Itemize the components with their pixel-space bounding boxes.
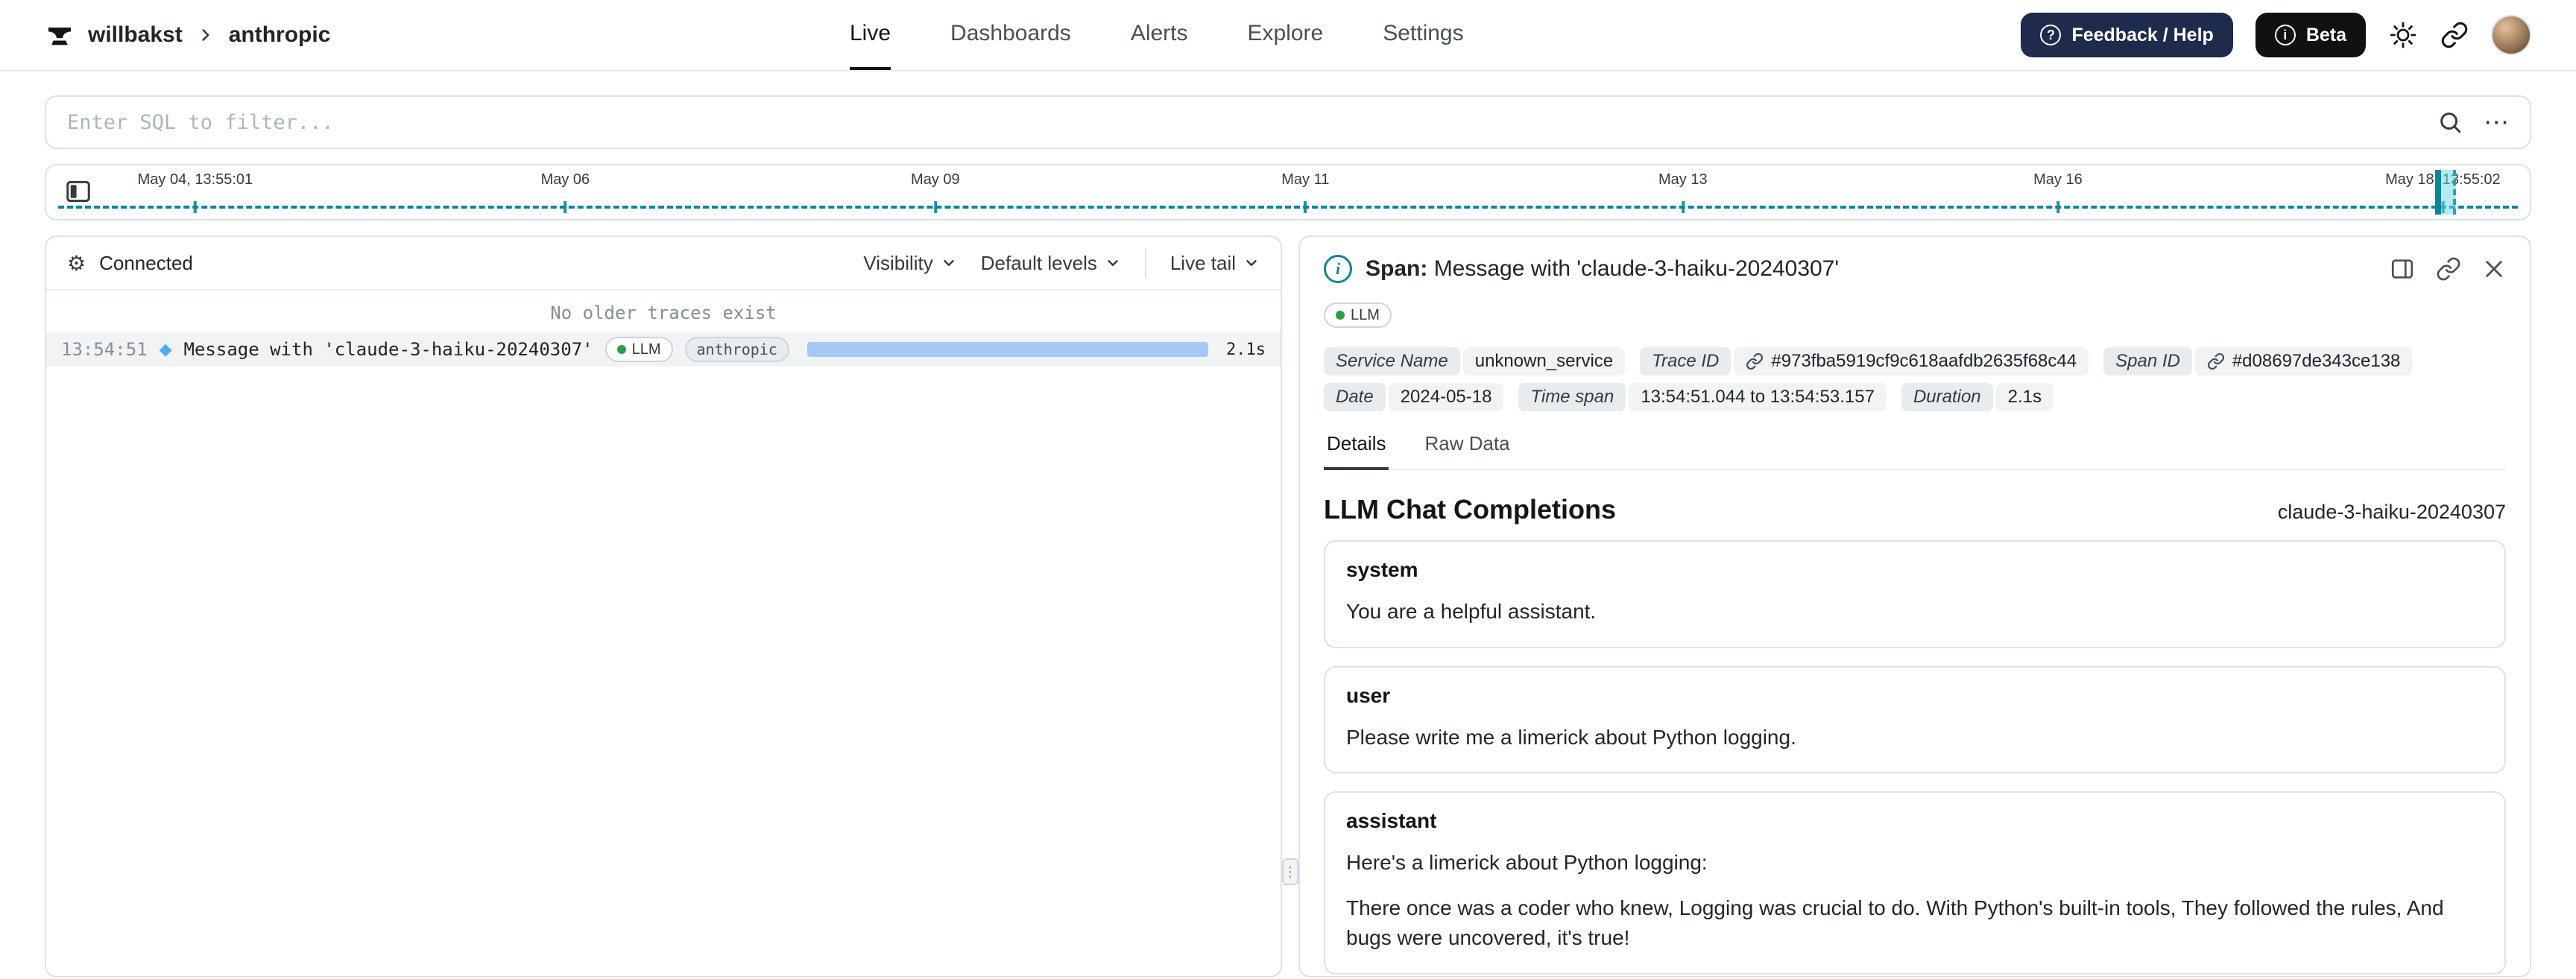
no-older-traces-message: No older traces exist <box>550 302 777 323</box>
tab-details[interactable]: Details <box>1324 432 1389 470</box>
prop-date: Date 2024-05-18 <box>1324 383 1504 411</box>
timeline-axis <box>58 206 2518 209</box>
theme-toggle-sun-icon[interactable] <box>2388 20 2418 50</box>
beta-label: Beta <box>2305 24 2346 45</box>
chevron-right-icon <box>196 25 215 45</box>
sidebar-toggle-icon[interactable] <box>64 177 92 206</box>
beta-button[interactable]: i Beta <box>2255 13 2366 57</box>
status-dot <box>616 345 626 354</box>
nav-tab-explore[interactable]: Explore <box>1248 0 1324 70</box>
chevron-down-icon <box>1246 260 1257 266</box>
prop-duration: Duration 2.1s <box>1901 383 2054 411</box>
sql-filter-input[interactable] <box>67 110 2416 134</box>
span-properties-row-2: Date 2024-05-18 Time span 13:54:51.044 t… <box>1300 376 2530 411</box>
time-range-bar: May 04, 13:55:01 May 06 May 09 May 11 Ma… <box>45 164 2531 221</box>
prop-time-span: Time span 13:54:51.044 to 13:54:53.157 <box>1518 383 1887 411</box>
trace-message: Message with 'claude-3-haiku-20240307' <box>183 339 593 360</box>
duration-bar <box>806 342 1209 357</box>
span-type-badge: LLM <box>1324 302 1392 328</box>
message-card-system: system You are a helpful assistant. <box>1324 540 2506 648</box>
message-role: system <box>1346 558 1418 581</box>
main-content: ⚙ Connected Visibility Default levels Li… <box>45 235 2531 978</box>
info-circle-icon: i <box>2274 25 2296 45</box>
message-card-user: user Please write me a limerick about Py… <box>1324 665 2506 774</box>
chat-messages: system You are a helpful assistant. user… <box>1300 537 2530 975</box>
info-icon: i <box>1324 255 1352 283</box>
timeline-selection[interactable] <box>2435 170 2457 215</box>
top-navbar: willbakst anthropic Live Dashboards Aler… <box>0 0 2576 72</box>
visibility-dropdown[interactable]: Visibility <box>863 252 956 275</box>
span-tabs: Details Raw Data <box>1324 432 2506 470</box>
chevron-down-icon <box>944 260 954 266</box>
main-nav: Live Dashboards Alerts Explore Settings <box>850 0 1464 70</box>
message-content: Please write me a limerick about Python … <box>1346 725 1796 749</box>
prop-service-name: Service Name unknown_service <box>1324 347 1626 376</box>
message-card-assistant: assistant Here's a limerick about Python… <box>1324 791 2506 975</box>
share-link-icon[interactable] <box>2440 21 2469 49</box>
app-root: willbakst anthropic Live Dashboards Aler… <box>0 0 2576 979</box>
live-tail-dropdown[interactable]: Live tail <box>1170 252 1260 275</box>
feedback-help-button[interactable]: ? Feedback / Help <box>2021 13 2233 57</box>
traces-panel-header: ⚙ Connected Visibility Default levels Li… <box>46 237 1281 291</box>
close-icon[interactable] <box>2482 257 2506 281</box>
link-icon <box>2207 352 2225 370</box>
trace-duration: 2.1s <box>1226 340 1266 359</box>
app-logo-icon[interactable] <box>45 20 75 50</box>
search-icon[interactable] <box>2437 110 2463 135</box>
tab-raw-data[interactable]: Raw Data <box>1421 432 1512 470</box>
navbar-actions: ? Feedback / Help i Beta <box>2021 13 2531 57</box>
message-role: assistant <box>1346 809 1437 833</box>
prop-trace-id: Trace ID #973fba5919cf9c618aafdb2635f68c… <box>1640 347 2089 376</box>
nav-tab-settings[interactable]: Settings <box>1383 0 1463 70</box>
traces-panel: ⚙ Connected Visibility Default levels Li… <box>45 235 1282 978</box>
feedback-help-label: Feedback / Help <box>2071 24 2214 45</box>
message-content: You are a helpful assistant. <box>1346 600 1597 623</box>
user-avatar[interactable] <box>2491 15 2531 55</box>
span-title: Span: Message with 'claude-3-haiku-20240… <box>1366 256 1840 281</box>
more-options-icon[interactable]: ⋯ <box>2484 110 2509 135</box>
message-role: user <box>1346 683 1391 707</box>
expand-panel-icon[interactable] <box>2390 256 2415 282</box>
section-title: LLM Chat Completions <box>1324 494 1616 525</box>
connection-status: Connected <box>99 251 193 274</box>
source-badge: anthropic <box>684 337 789 362</box>
span-details-panel: i Span: Message with 'claude-3-haiku-202… <box>1298 235 2531 978</box>
sql-filter-box: ⋯ <box>45 95 2531 149</box>
chevron-down-icon <box>1108 260 1118 266</box>
model-name: claude-3-haiku-20240307 <box>2277 501 2506 523</box>
copy-span-link-icon[interactable] <box>2436 256 2461 282</box>
divider <box>1144 248 1146 278</box>
message-content: There once was a coder who knew, Logging… <box>1346 896 2444 950</box>
trace-timestamp: 13:54:51 <box>61 339 148 360</box>
breadcrumb-org[interactable]: willbakst <box>88 22 183 48</box>
status-dot <box>1336 311 1345 320</box>
message-content: Here's a limerick about Python logging: <box>1346 851 1708 875</box>
span-properties-row-1: Service Name unknown_service Trace ID #9… <box>1300 340 2530 376</box>
breadcrumb-project[interactable]: anthropic <box>229 22 331 48</box>
default-levels-dropdown[interactable]: Default levels <box>981 252 1121 275</box>
link-icon <box>1746 352 1764 370</box>
trace-row[interactable]: 13:54:51 ◆ Message with 'claude-3-haiku-… <box>46 332 1281 367</box>
filter-row: ⋯ <box>45 95 2531 149</box>
breadcrumb: willbakst anthropic <box>45 20 330 50</box>
span-diamond-icon: ◆ <box>159 340 172 359</box>
nav-tab-alerts[interactable]: Alerts <box>1131 0 1188 70</box>
llm-badge: LLM <box>604 337 673 362</box>
nav-tab-dashboards[interactable]: Dashboards <box>950 0 1071 70</box>
span-header: i Span: Message with 'claude-3-haiku-202… <box>1300 237 2530 295</box>
nav-tab-live[interactable]: Live <box>850 0 891 70</box>
question-circle-icon: ? <box>2040 25 2062 45</box>
settings-gear-icon[interactable]: ⚙ <box>67 251 86 276</box>
prop-span-id: Span ID #d08697de343ce138 <box>2103 347 2413 376</box>
panel-resize-handle[interactable]: ⋮ <box>1282 858 1298 885</box>
